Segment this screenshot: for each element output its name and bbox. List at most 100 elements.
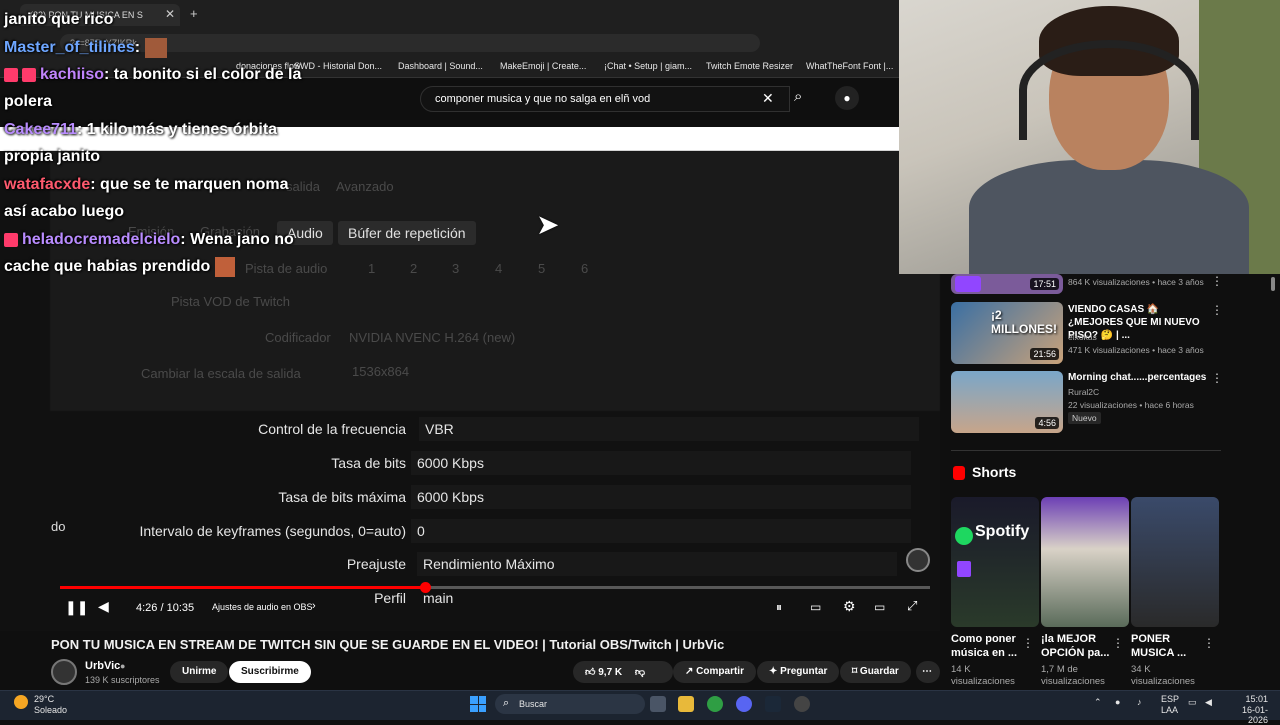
subscriber-count: 139 K suscriptores: [85, 675, 160, 685]
discord-icon[interactable]: [736, 696, 752, 712]
sparkle-icon: ✦: [769, 666, 781, 677]
track-number: 2: [410, 261, 418, 276]
language-indicator[interactable]: ESP: [1161, 694, 1179, 704]
chat-text: :: [134, 39, 141, 56]
short-thumbnail[interactable]: Spotify: [951, 497, 1039, 627]
chat-username: Master_of_tilines: [4, 39, 135, 56]
recommendation-meta: 471 K visualizaciones • hace 3 años: [1068, 345, 1204, 355]
progress-fill: [60, 586, 426, 589]
search-icon: ⌕: [503, 697, 510, 709]
task-view-icon[interactable]: [650, 696, 666, 712]
short-thumbnail[interactable]: [1041, 497, 1129, 627]
chevron-up-icon[interactable]: ⌃: [1094, 697, 1102, 708]
microphone-icon[interactable]: ♪: [1137, 697, 1142, 707]
emote-icon: [214, 256, 235, 277]
shorts-icon: [953, 466, 965, 480]
obs-tab-replay-buffer[interactable]: Búfer de repetición: [338, 221, 476, 245]
more-options-icon[interactable]: ⋮: [1211, 303, 1223, 317]
chat-username: watafacxde: [4, 176, 91, 193]
volume-icon[interactable]: ◀: [98, 598, 109, 615]
bookmark-item[interactable]: SWD - Historial Don...: [294, 61, 382, 71]
ask-button[interactable]: ✦ Preguntar: [757, 661, 840, 683]
bookmark-item[interactable]: WhatTheFont Font |...: [806, 61, 893, 71]
like-button[interactable]: 👍︎ 9,7 K 👎︎: [573, 661, 673, 683]
channel-avatar[interactable]: [51, 659, 77, 685]
bookmark-item[interactable]: Twitch Emote Resizer: [706, 61, 793, 71]
more-actions-icon[interactable]: ⋯: [916, 661, 940, 683]
settings-gear-icon[interactable]: ⚙: [843, 598, 856, 615]
chat-message: heladocremadelcielo: Wena jano no cache …: [4, 226, 304, 280]
chat-message: kachiiso: ta bonito si el color de la po…: [4, 61, 304, 115]
chevron-right-icon: ›: [312, 600, 316, 612]
chapter-title[interactable]: Ajustes de audio en OBS: [212, 602, 313, 612]
theater-mode-icon[interactable]: ▭: [874, 600, 885, 614]
setting-label: Control de la frecuencia: [258, 421, 406, 437]
person-shirt: [969, 160, 1249, 274]
more-options-icon[interactable]: ⋮: [1211, 274, 1223, 288]
webcam-overlay: [899, 0, 1280, 274]
mic-icon[interactable]: ●: [835, 86, 859, 110]
duration-badge: 17:51: [1030, 278, 1059, 290]
recommendation-title[interactable]: Morning chat......percentages: [1068, 371, 1208, 384]
video-title: PON TU MUSICA EN STREAM DE TWITCH SIN QU…: [51, 637, 725, 652]
more-options-icon[interactable]: ⋮: [1112, 636, 1124, 650]
channel-name[interactable]: UrbVic: [85, 660, 120, 672]
bookmark-item[interactable]: Dashboard | Sound...: [398, 61, 483, 71]
weather-sun-icon: [14, 695, 28, 709]
bookmark-item[interactable]: ¡Chat • Setup | giam...: [604, 61, 692, 71]
short-views: 14 K visualizaciones: [951, 664, 1015, 687]
twitch-icon: [957, 561, 971, 577]
obs-faded-label: Pista VOD de Twitch: [171, 294, 290, 309]
verified-icon: ●: [120, 661, 126, 671]
chat-message: watafacxde: que se te marquen noma así a…: [4, 171, 304, 225]
more-options-icon[interactable]: ⋮: [1211, 371, 1223, 385]
search-icon[interactable]: ⌕: [794, 88, 802, 105]
more-options-icon[interactable]: ⋮: [1022, 636, 1034, 650]
obs-icon[interactable]: [794, 696, 810, 712]
fullscreen-icon[interactable]: ⤢: [907, 598, 917, 614]
recommendation-channel: Rural2C: [1068, 387, 1100, 397]
like-count: 9,7 K: [598, 667, 623, 678]
windows-start-icon[interactable]: [470, 696, 486, 712]
short-title[interactable]: ¡la MEJOR OPCIÓN pa...: [1041, 632, 1121, 660]
subscribe-button[interactable]: Suscribirme: [229, 661, 311, 683]
short-title[interactable]: PONER MUSICA ...: [1131, 632, 1211, 660]
steam-icon[interactable]: [765, 696, 781, 712]
taskbar-search[interactable]: ⌕ Buscar: [495, 694, 645, 714]
scrollbar-thumb[interactable]: [1271, 277, 1275, 291]
recommendation-thumbnail[interactable]: 4:56: [951, 371, 1063, 433]
short-title[interactable]: Como poner música en ...: [951, 632, 1031, 660]
divider: [951, 450, 1221, 451]
autoplay-toggle-icon[interactable]: ⏸: [776, 600, 782, 615]
short-thumbnail[interactable]: [1131, 497, 1219, 627]
spotify-icon: [955, 527, 973, 545]
recommendation-thumbnail[interactable]: ¡2 MILLONES! 21:56: [951, 302, 1063, 364]
setting-value: Rendimiento Máximo: [417, 552, 897, 576]
obs-faded-label: Codificador: [265, 330, 331, 345]
search-input[interactable]: componer musica y que no salga en elñ vo…: [420, 86, 790, 112]
clock-time[interactable]: 15:01: [1226, 694, 1268, 704]
time-display: 4:26 / 10:35: [136, 602, 195, 614]
subtitles-icon[interactable]: ▭: [810, 600, 821, 614]
pause-icon[interactable]: ❚❚: [65, 599, 88, 616]
badge-icon: [4, 67, 18, 82]
save-button[interactable]: ⌑ Guardar: [840, 661, 911, 683]
search-query-text: componer musica y que no salga en elñ vo…: [435, 93, 651, 105]
save-label: Guardar: [859, 666, 899, 677]
speaker-icon[interactable]: ◀: [1205, 697, 1212, 708]
share-button[interactable]: ↗ Compartir: [673, 661, 756, 683]
track-number: 3: [452, 261, 460, 276]
network-app-icon[interactable]: ●: [1115, 697, 1120, 707]
file-explorer-icon[interactable]: [678, 696, 694, 712]
chat-message: janito que rico: [4, 6, 304, 33]
clear-search-icon[interactable]: ✕: [762, 90, 774, 107]
join-button[interactable]: Unirme: [170, 661, 229, 683]
bookmark-icon: ⌑: [852, 666, 860, 677]
bookmark-item[interactable]: MakeEmoji | Create...: [500, 61, 586, 71]
wifi-icon[interactable]: ▭: [1188, 697, 1197, 708]
chrome-icon[interactable]: [707, 696, 723, 712]
emote-icon: [144, 37, 167, 58]
taskbar-search-label: Buscar: [519, 699, 548, 709]
more-options-icon[interactable]: ⋮: [1203, 636, 1215, 650]
track-number: 1: [368, 261, 376, 276]
